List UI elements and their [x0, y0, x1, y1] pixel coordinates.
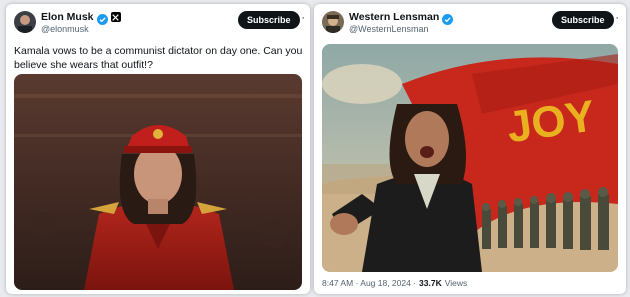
tweet-image[interactable]	[14, 74, 302, 290]
tweet-meta: 8:47 AM · Aug 18, 2024 · 33.7K Views	[322, 278, 467, 288]
author-handle[interactable]: @WesternLensman	[349, 24, 429, 34]
author-handle[interactable]: @elonmusk	[41, 24, 89, 34]
tweet-image[interactable]: JOY	[322, 44, 618, 272]
subscribe-button[interactable]: Subscribe	[552, 11, 614, 29]
views-label: Views	[444, 278, 468, 288]
author-name[interactable]: Elon Musk	[41, 11, 94, 23]
tweet-header: Western Lensman @WesternLensman Subscrib…	[314, 4, 626, 40]
tweet-header: Elon Musk @elonmusk Subscribe ···	[6, 4, 310, 40]
avatar[interactable]	[322, 11, 344, 33]
x-affiliate-icon	[110, 12, 121, 22]
verified-icon	[96, 12, 108, 25]
views-count: 33.7K	[419, 278, 442, 288]
tweet-card-right: Western Lensman @WesternLensman Subscrib…	[314, 4, 626, 294]
subscribe-button[interactable]: Subscribe	[238, 11, 300, 29]
more-options-icon[interactable]: ···	[606, 13, 620, 24]
verified-icon	[442, 12, 454, 25]
tweet-card-left: Elon Musk @elonmusk Subscribe ··· Kamala…	[6, 4, 310, 294]
avatar[interactable]	[14, 11, 36, 33]
more-options-icon[interactable]: ···	[292, 13, 306, 24]
timestamp[interactable]: 8:47 AM · Aug 18, 2024 ·	[322, 278, 416, 288]
author-name[interactable]: Western Lensman	[349, 11, 439, 23]
tweet-text: Kamala vows to be a communist dictator o…	[14, 45, 303, 71]
